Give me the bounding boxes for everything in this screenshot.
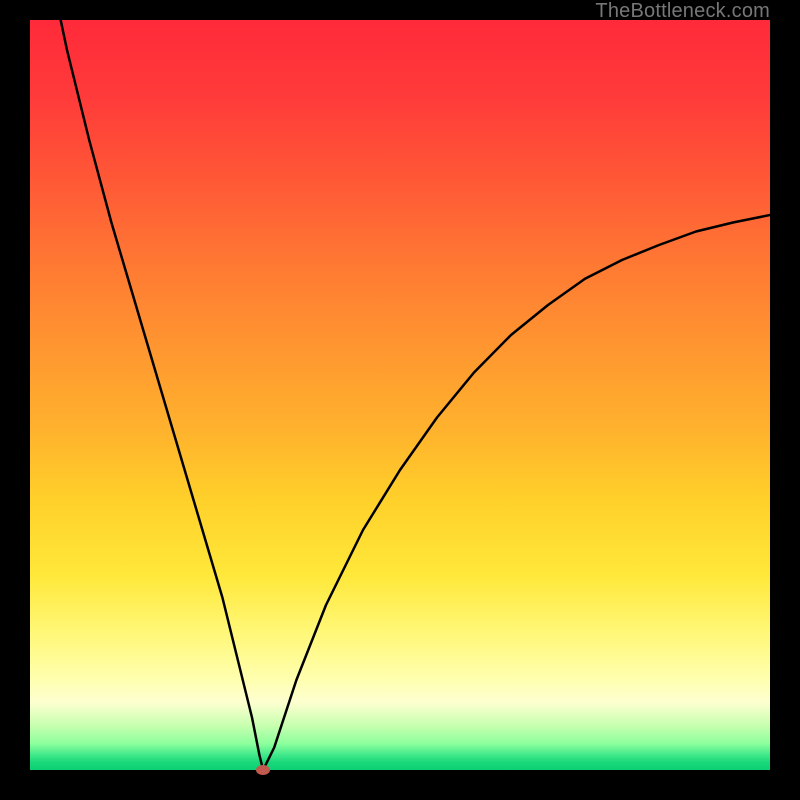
minimum-point-marker bbox=[256, 765, 270, 775]
bottleneck-curve bbox=[30, 20, 770, 770]
plot-area bbox=[30, 20, 770, 770]
chart-frame: TheBottleneck.com bbox=[0, 0, 800, 800]
